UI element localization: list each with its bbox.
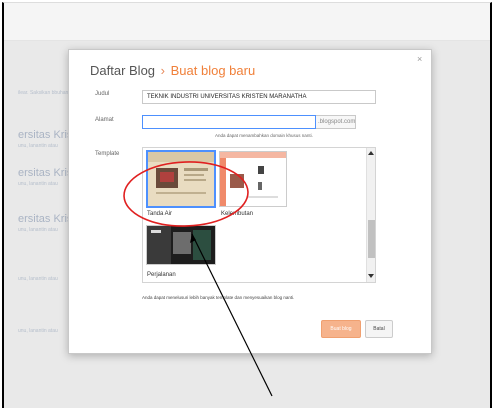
template-note: Anda dapat menelusuri lebih banyak templ… <box>142 295 295 300</box>
address-hint: Anda dapat menambahkan domain khusus nan… <box>215 133 313 138</box>
breadcrumb-separator: › <box>160 63 166 78</box>
address-suffix: .blogspot.com <box>316 115 356 129</box>
breadcrumb-current: Buat blog baru <box>170 63 256 78</box>
create-blog-dialog: Daftar Blog › Buat blog baru × Judul TEK… <box>68 49 432 354</box>
tanda-air-preview <box>148 152 214 206</box>
perjalanan-preview <box>147 226 215 264</box>
template-name-kelembutan[interactable]: Kelembutan <box>221 211 253 217</box>
template-name-tanda-air[interactable]: Tanda Air <box>147 211 172 217</box>
title-input[interactable]: TEKNIK INDUSTRI UNIVERSITAS KRISTEN MARA… <box>142 90 376 104</box>
cancel-button[interactable]: Batal <box>365 320 393 338</box>
template-name-perjalanan[interactable]: Perjalanan <box>147 272 176 278</box>
breadcrumb-blog-list[interactable]: Daftar Blog <box>90 63 155 78</box>
top-bar <box>4 3 490 41</box>
template-thumb-tanda-air[interactable] <box>146 150 216 208</box>
create-blog-button[interactable]: Buat blog <box>321 320 361 338</box>
scroll-up-arrow-icon[interactable] <box>368 151 374 155</box>
title-label: Judul <box>95 91 110 97</box>
kelembutan-preview <box>220 152 286 206</box>
close-icon[interactable]: × <box>417 54 422 64</box>
address-label: Alamat <box>95 117 114 123</box>
template-thumb-kelembutan[interactable] <box>219 151 287 207</box>
scroll-down-arrow-icon[interactable] <box>368 274 374 278</box>
scroll-thumb[interactable] <box>368 220 375 258</box>
template-label: Template <box>95 151 120 157</box>
dialog-title: Daftar Blog › Buat blog baru <box>90 63 255 78</box>
template-gallery: Tanda Air Kelembutan Perjalanan <box>142 147 376 283</box>
template-scrollbar[interactable] <box>366 148 375 282</box>
template-thumb-perjalanan[interactable] <box>146 225 216 265</box>
address-input[interactable] <box>142 115 316 129</box>
